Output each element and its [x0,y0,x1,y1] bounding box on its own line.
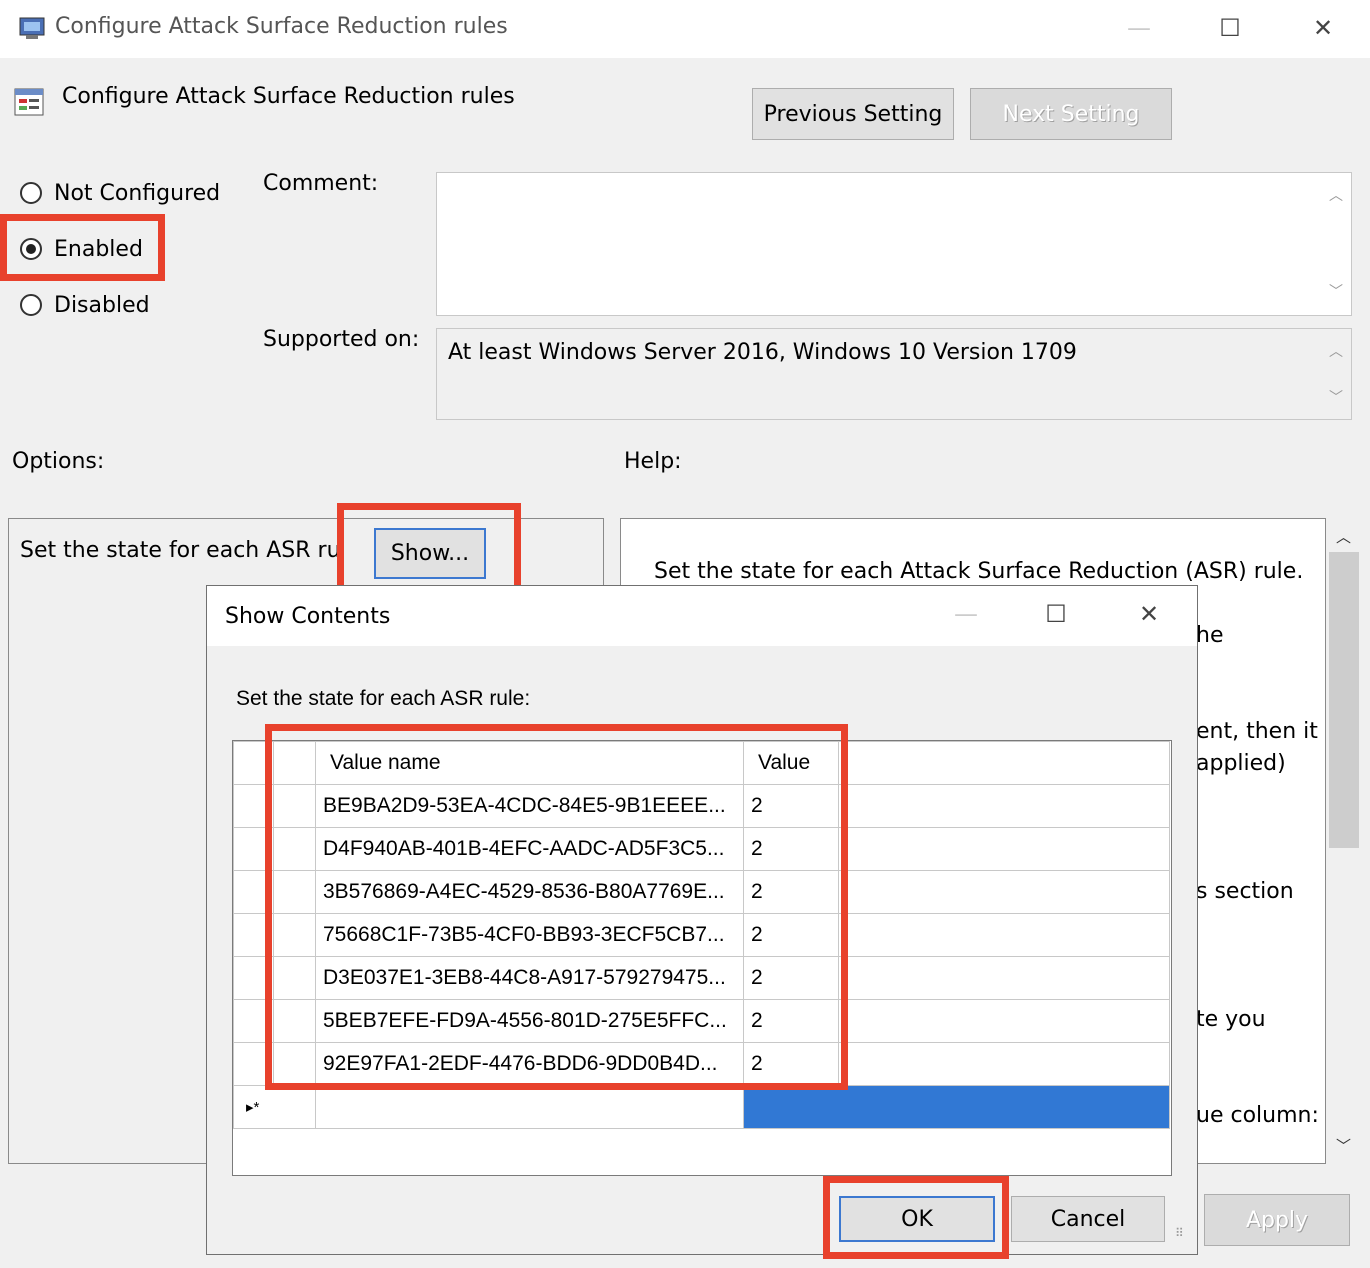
help-scrollbar[interactable]: ︿ ﹀ [1327,518,1360,1164]
dialog-close-button[interactable]: ✕ [1126,592,1172,636]
grid-filler [838,741,1170,785]
previous-setting-button[interactable]: Previous Setting [752,88,954,140]
cancel-button[interactable]: Cancel [1011,1196,1165,1242]
grid-filler [838,999,1170,1043]
maximize-button[interactable]: ☐ [1207,6,1253,50]
dialog-maximize-button[interactable]: ☐ [1033,592,1079,636]
highlight-box-enabled [0,214,165,281]
help-line: applied) [1196,751,1286,776]
scroll-down-icon[interactable]: ﹀ [1336,1135,1351,1156]
help-line: s section [1196,879,1294,904]
grid-filler [838,1042,1170,1086]
resize-grip-icon[interactable]: ⠿ [1175,1226,1184,1240]
comment-label: Comment: [263,171,379,196]
help-line: te you [1196,1007,1266,1032]
new-row-value-cell-selected[interactable] [743,1085,1170,1129]
app-icon [18,14,48,42]
new-row-name-cell[interactable] [315,1085,744,1129]
comment-textarea[interactable]: ︿ ﹀ [436,172,1352,316]
help-line: Set the state for each Attack Surface Re… [654,559,1304,584]
scroll-down-icon[interactable]: ﹀ [1329,387,1343,407]
options-row-text: Set the state for each ASR rule [20,538,338,563]
supported-on-box: At least Windows Server 2016, Windows 10… [436,328,1352,420]
dialog-title: Show Contents [225,604,391,629]
scroll-up-icon[interactable]: ︿ [1329,341,1343,361]
radio-circle[interactable] [20,294,42,316]
supported-on-label: Supported on: [263,327,420,352]
grid-filler [838,870,1170,914]
scroll-thumb[interactable] [1329,552,1359,848]
close-button[interactable]: ✕ [1300,6,1346,50]
grid-filler [838,784,1170,828]
radio-disabled[interactable]: Disabled [20,288,150,322]
grid-filler [838,827,1170,871]
supported-on-value: At least Windows Server 2016, Windows 10… [448,340,1077,365]
window-title: Configure Attack Surface Reduction rules [55,14,508,39]
scroll-up-icon[interactable]: ︿ [1329,185,1343,205]
help-line: ent, then it [1196,719,1318,744]
dialog-instruction: Set the state for each ASR rule: [236,687,531,710]
dialog-minimize-button[interactable]: — [943,592,989,636]
options-label: Options: [12,449,105,474]
radio-label: Disabled [54,292,150,318]
next-setting-button[interactable]: Next Setting [970,88,1172,140]
apply-button[interactable]: Apply [1204,1194,1350,1246]
help-label: Help: [624,449,682,474]
scroll-up-icon[interactable]: ︿ [1336,526,1351,547]
policy-icon [14,86,46,118]
highlight-box-ok [823,1176,1009,1259]
radio-not-configured[interactable]: Not Configured [20,176,220,210]
setting-title: Configure Attack Surface Reduction rules [62,84,515,109]
grid-filler [838,956,1170,1000]
scroll-down-icon[interactable]: ﹀ [1329,281,1343,301]
new-row-marker: ▸* [233,1085,316,1129]
minimize-button[interactable]: — [1116,6,1162,50]
help-line: he [1196,623,1224,648]
radio-label: Not Configured [54,180,221,206]
radio-circle[interactable] [20,182,42,204]
highlight-box-rows [265,724,848,1090]
grid-filler [838,913,1170,957]
new-row[interactable]: ▸* [233,1085,1170,1129]
help-line: ue column: [1196,1103,1319,1128]
